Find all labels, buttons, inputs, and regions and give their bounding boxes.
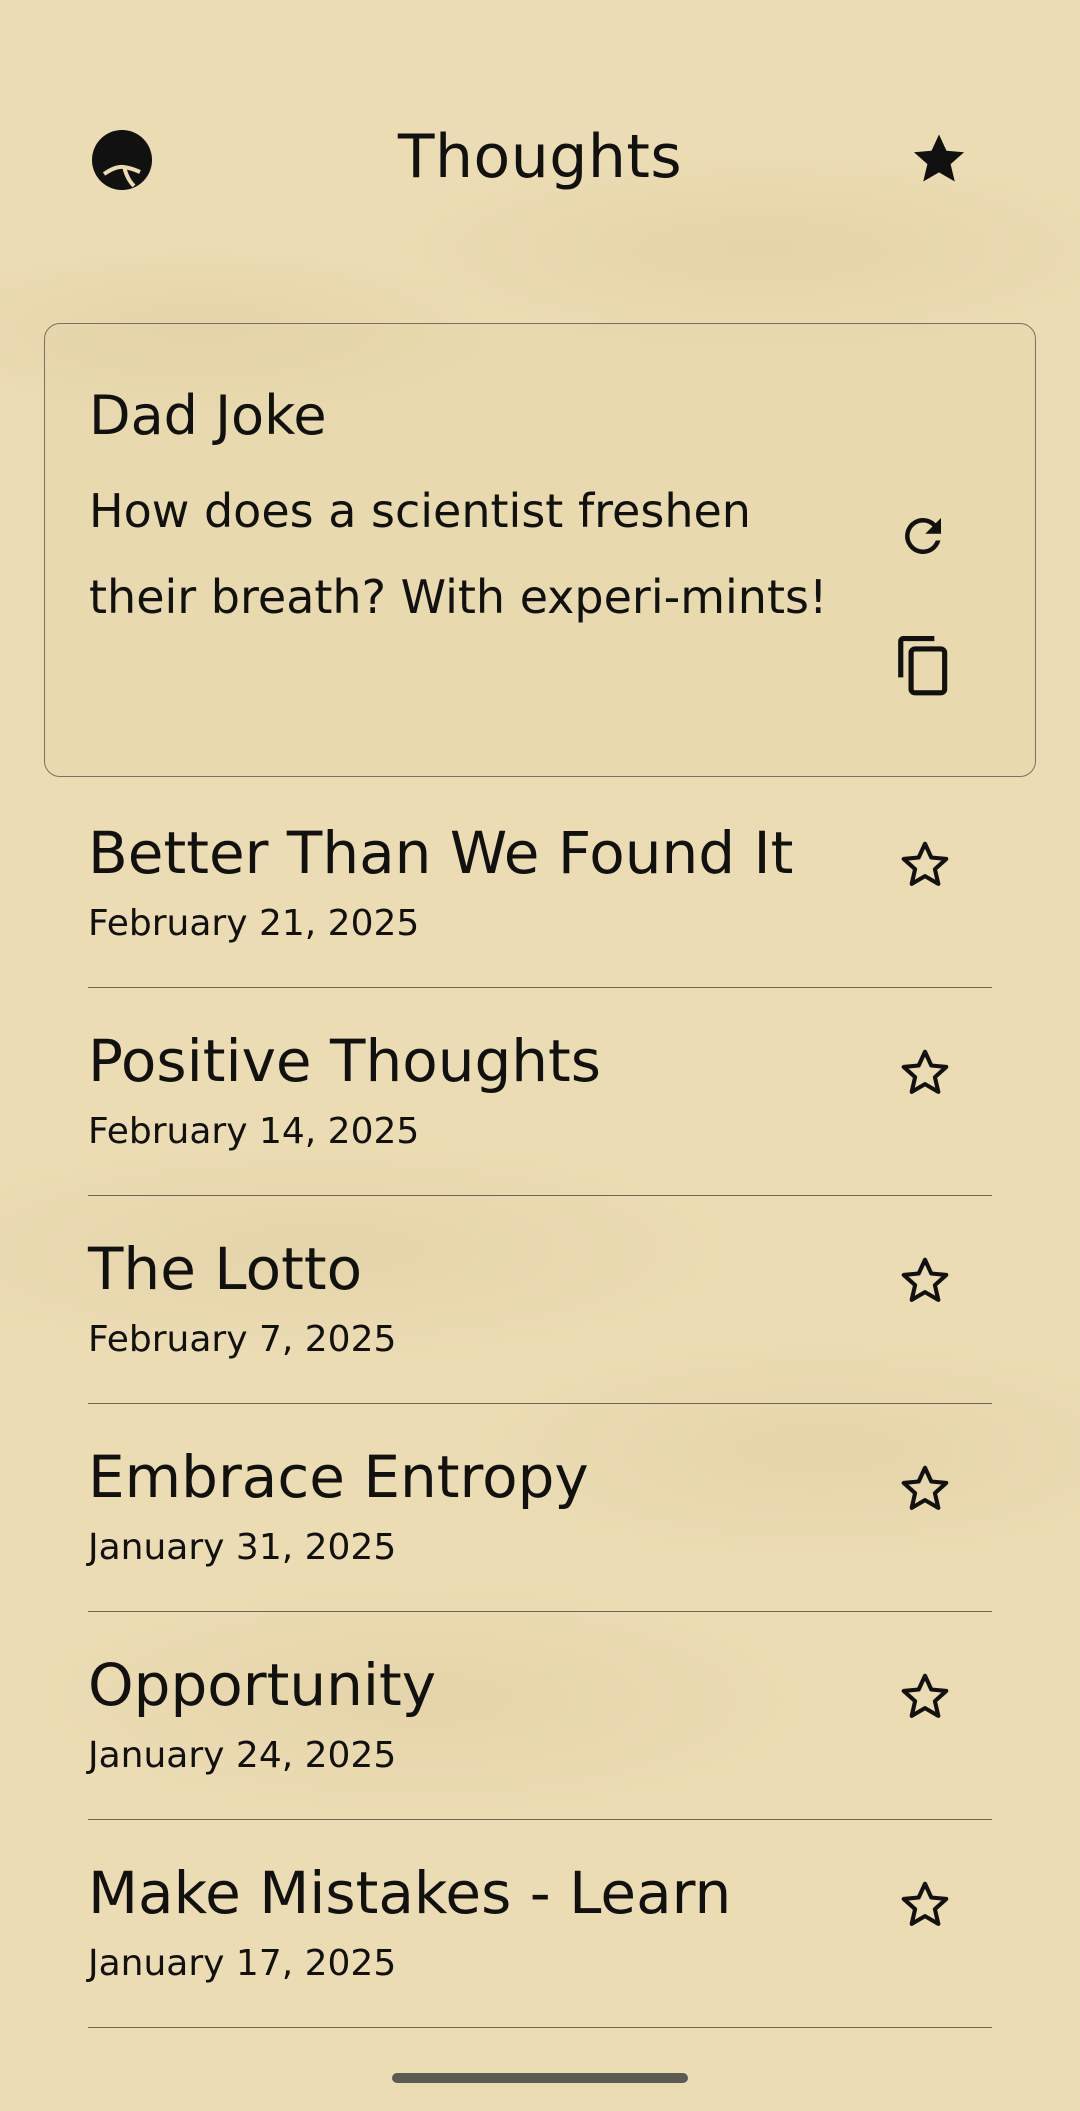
copy-button[interactable] — [893, 632, 955, 702]
refresh-button[interactable] — [895, 508, 951, 564]
item-title: Positive Thoughts — [88, 1027, 601, 1095]
thoughts-list: Better Than We Found It February 21, 202… — [88, 780, 992, 2028]
star-outline-icon[interactable] — [896, 836, 954, 894]
refresh-icon — [905, 518, 941, 554]
joke-text: How does a scientist freshen their breat… — [89, 484, 828, 624]
list-item[interactable]: Make Mistakes - Learn January 17, 2025 — [88, 1820, 992, 2028]
item-title: Better Than We Found It — [88, 819, 794, 887]
list-item[interactable]: Better Than We Found It February 21, 202… — [88, 780, 992, 988]
item-date: February 21, 2025 — [88, 903, 420, 944]
item-title: The Lotto — [88, 1235, 363, 1303]
star-filled-icon[interactable] — [908, 128, 970, 190]
star-outline-icon[interactable] — [896, 1460, 954, 1518]
dad-joke-card: Dad Joke How does a scientist freshen th… — [44, 323, 1036, 777]
item-title: Opportunity — [88, 1651, 437, 1719]
star-outline-icon[interactable] — [896, 1252, 954, 1310]
star-outline-icon[interactable] — [896, 1876, 954, 1934]
item-date: February 7, 2025 — [88, 1319, 397, 1360]
item-date: February 14, 2025 — [88, 1111, 420, 1152]
item-title: Embrace Entropy — [88, 1443, 589, 1511]
header: Thoughts — [0, 110, 1080, 210]
item-title: Make Mistakes - Learn — [88, 1859, 732, 1927]
item-date: January 31, 2025 — [88, 1527, 397, 1568]
star-outline-icon[interactable] — [896, 1668, 954, 1726]
list-item[interactable]: Positive Thoughts February 14, 2025 — [88, 988, 992, 1196]
joke-title: Dad Joke — [89, 384, 327, 447]
item-date: January 24, 2025 — [88, 1735, 397, 1776]
list-item[interactable]: Opportunity January 24, 2025 — [88, 1612, 992, 1820]
home-indicator[interactable] — [392, 2073, 688, 2083]
item-date: January 17, 2025 — [88, 1943, 397, 1984]
star-outline-icon[interactable] — [896, 1044, 954, 1102]
list-item[interactable]: The Lotto February 7, 2025 — [88, 1196, 992, 1404]
list-item[interactable]: Embrace Entropy January 31, 2025 — [88, 1404, 992, 1612]
copy-icon — [898, 636, 948, 696]
